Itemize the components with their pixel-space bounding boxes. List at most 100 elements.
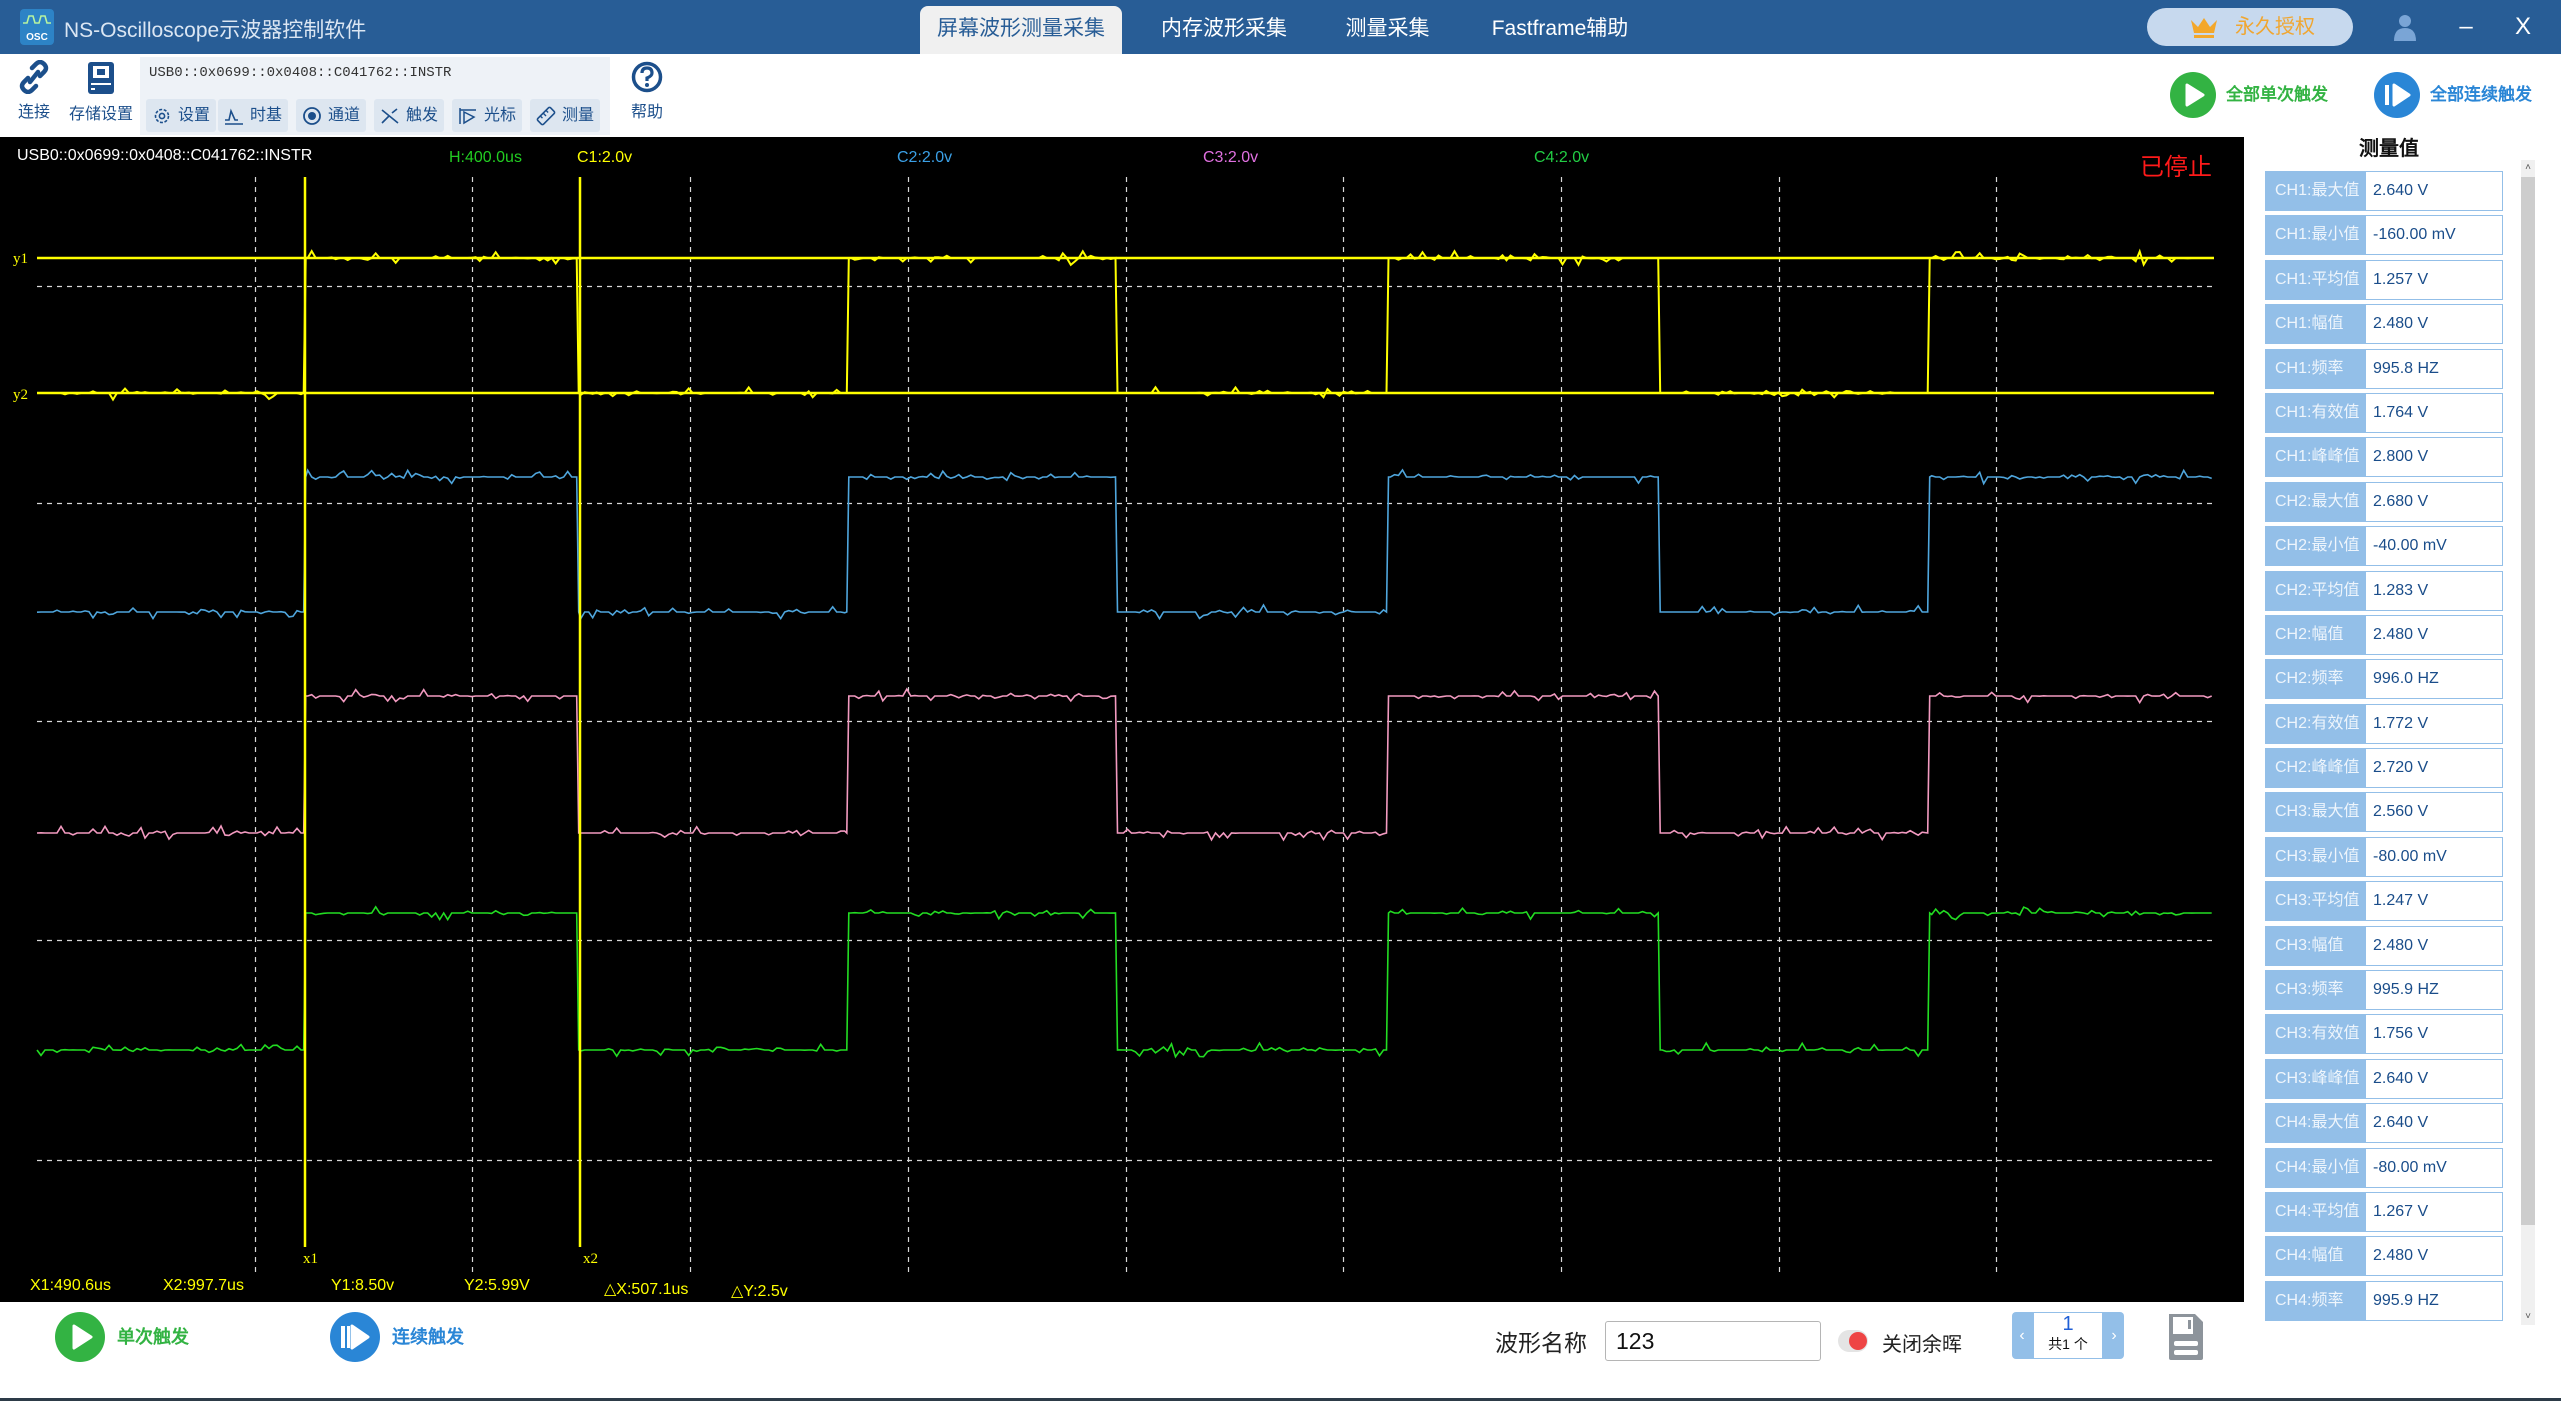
measurement-value: 2.640 V: [2373, 1114, 2429, 1132]
cursor-button[interactable]: 光标: [452, 99, 523, 132]
measurement-key: CH2:平均值: [2266, 571, 2366, 610]
measurement-row: CH2:有效值 1.772 V: [2265, 703, 2503, 744]
measurement-row: CH2:最大值 2.680 V: [2265, 481, 2503, 522]
continuous-play-icon: [330, 1312, 380, 1362]
measure-icon: [536, 106, 556, 126]
all-single-trigger-button[interactable]: 全部单次触发: [2170, 70, 2328, 120]
single-trigger-label: 单次触发: [117, 1327, 189, 1347]
measurement-key: CH1:最大值: [2266, 172, 2366, 210]
all-continuous-trigger-button[interactable]: 全部连续触发: [2374, 70, 2532, 120]
measurement-value: 1.267 V: [2373, 1202, 2429, 1220]
page-navigator: ‹ 1 共1 个 ›: [2012, 1312, 2124, 1359]
measurement-key: CH1:幅值: [2266, 305, 2366, 344]
measurement-panel: 测量值 CH1:最大值 2.640 V CH1:最小值 -160.00 mV CH1:平…: [2244, 137, 2561, 1401]
oscilloscope-screen[interactable]: USB0::0x0699::0x0408::C041762::INSTR H:4…: [0, 137, 2244, 1302]
tab-measurement-capture[interactable]: 测量采集: [1330, 6, 1445, 54]
minimize-button[interactable]: –: [2446, 8, 2486, 46]
measurement-value: -80.00 mV: [2373, 1158, 2447, 1176]
close-button[interactable]: X: [2503, 8, 2543, 46]
storage-settings-button[interactable]: 存储设置: [66, 60, 136, 124]
user-icon[interactable]: [2390, 12, 2420, 42]
measurement-row: CH1:最大值 2.640 V: [2265, 171, 2503, 211]
measurement-row: CH2:幅值 2.480 V: [2265, 614, 2503, 655]
scroll-up-icon[interactable]: ˄: [2521, 160, 2535, 176]
tab-screen-waveform[interactable]: 屏幕波形测量采集: [920, 6, 1122, 54]
next-page-button[interactable]: ›: [2104, 1312, 2124, 1359]
measurement-row: CH2:峰峰值 2.720 V: [2265, 748, 2503, 789]
measurement-value: 2.560 V: [2373, 803, 2429, 821]
gear-icon: [154, 108, 170, 124]
measurement-key: CH1:峰峰值: [2266, 438, 2366, 477]
timebase-readout: H:400.0us: [449, 149, 522, 166]
measurement-key: CH3:频率: [2266, 971, 2366, 1010]
measurement-key: CH3:平均值: [2266, 882, 2366, 921]
measurement-key: CH4:最小值: [2266, 1148, 2366, 1187]
measurement-value: 1.764 V: [2373, 403, 2429, 421]
measurement-value: 2.720 V: [2373, 759, 2429, 777]
measurement-scrollbar[interactable]: ˄ ˅: [2521, 160, 2535, 1325]
cursor-icon: [459, 108, 476, 125]
timebase-button[interactable]: 时基: [218, 99, 289, 132]
waveform-ch4: [36, 905, 2212, 1059]
license-button[interactable]: 永久授权: [2147, 8, 2353, 46]
measurement-key: CH1:频率: [2266, 349, 2366, 388]
help-icon: [631, 61, 663, 93]
scrollbar-thumb[interactable]: [2521, 177, 2535, 1225]
scope-instrument-address: USB0::0x0699::0x0408::C041762::INSTR: [17, 147, 313, 164]
wave-name-input[interactable]: [1605, 1321, 1821, 1361]
measurement-key: CH3:最大值: [2266, 793, 2366, 832]
measurement-key: CH1:有效值: [2266, 393, 2366, 432]
acquisition-status: 已停止: [2140, 154, 2212, 181]
channel-button[interactable]: 通道: [296, 99, 367, 132]
continuous-trigger-button[interactable]: 连续触发: [330, 1312, 464, 1362]
waveform-canvas[interactable]: [0, 137, 2244, 1302]
settings-button[interactable]: 设置: [146, 99, 217, 132]
scroll-down-icon[interactable]: ˅: [2521, 1309, 2535, 1325]
measurement-key: CH3:幅值: [2266, 926, 2366, 965]
measurement-key: CH1:平均值: [2266, 260, 2366, 299]
measurement-title: 测量值: [2359, 138, 2419, 160]
play-icon: [2170, 72, 2216, 118]
measurement-row: CH2:最小值 -40.00 mV: [2265, 526, 2503, 567]
measurement-value: 2.480 V: [2373, 625, 2429, 643]
ch4-scale: C4:2.0v: [1534, 149, 1590, 166]
toolbar: 连接 存储设置 USB0::0x0699::0x0408::C041762::I…: [0, 54, 2561, 137]
single-trigger-button[interactable]: 单次触发: [55, 1312, 189, 1362]
all-continuous-trigger-label: 全部连续触发: [2430, 85, 2532, 104]
help-button[interactable]: 帮助: [626, 60, 668, 122]
measurement-row: CH3:有效值 1.756 V: [2265, 1014, 2503, 1055]
cursor-delta-x-readout: △X:507.1us: [604, 1281, 689, 1298]
timebase-icon: [225, 108, 243, 125]
app-title: NS-Oscilloscope示波器控制软件: [64, 19, 367, 42]
link-icon: [19, 60, 49, 94]
measurement-value: 1.772 V: [2373, 714, 2429, 732]
wave-name-label: 波形名称: [1495, 1330, 1587, 1356]
tab-fastframe[interactable]: Fastframe辅助: [1480, 6, 1640, 54]
page-current: 1: [2062, 1313, 2074, 1335]
waveform-ch2: [36, 468, 2212, 621]
measurement-value: 996.0 HZ: [2373, 670, 2439, 688]
connect-button[interactable]: 连接: [14, 60, 54, 122]
storage-icon: [88, 62, 114, 94]
prev-page-button[interactable]: ‹: [2012, 1312, 2032, 1359]
measure-button[interactable]: 测量: [530, 99, 601, 132]
persistence-label: 关闭余晖: [1882, 1334, 1962, 1356]
measurement-value: -160.00 mV: [2373, 226, 2456, 244]
measure-label: 测量: [562, 107, 595, 124]
measurement-row: CH3:频率 995.9 HZ: [2265, 970, 2503, 1011]
persistence-toggle[interactable]: [1838, 1330, 1868, 1352]
connect-label: 连接: [17, 104, 50, 121]
app-logo-text: OSC: [26, 32, 48, 43]
measurement-key: CH2:最大值: [2266, 482, 2366, 521]
measurement-value: 995.9 HZ: [2373, 1291, 2439, 1309]
save-icon[interactable]: [2165, 1312, 2207, 1362]
instrument-address: USB0::0x0699::0x0408::C041762::INSTR: [149, 65, 452, 81]
measurement-value: 2.480 V: [2373, 315, 2429, 333]
measurement-value: 2.480 V: [2373, 1247, 2429, 1265]
tab-memory-waveform[interactable]: 内存波形采集: [1140, 6, 1308, 54]
trigger-button[interactable]: 触发: [374, 99, 445, 132]
cursor-x2-label: x2: [583, 1251, 598, 1267]
measurement-row: CH3:幅值 2.480 V: [2265, 925, 2503, 966]
measurement-key: CH2:峰峰值: [2266, 749, 2366, 788]
measurement-value: 2.680 V: [2373, 492, 2429, 510]
